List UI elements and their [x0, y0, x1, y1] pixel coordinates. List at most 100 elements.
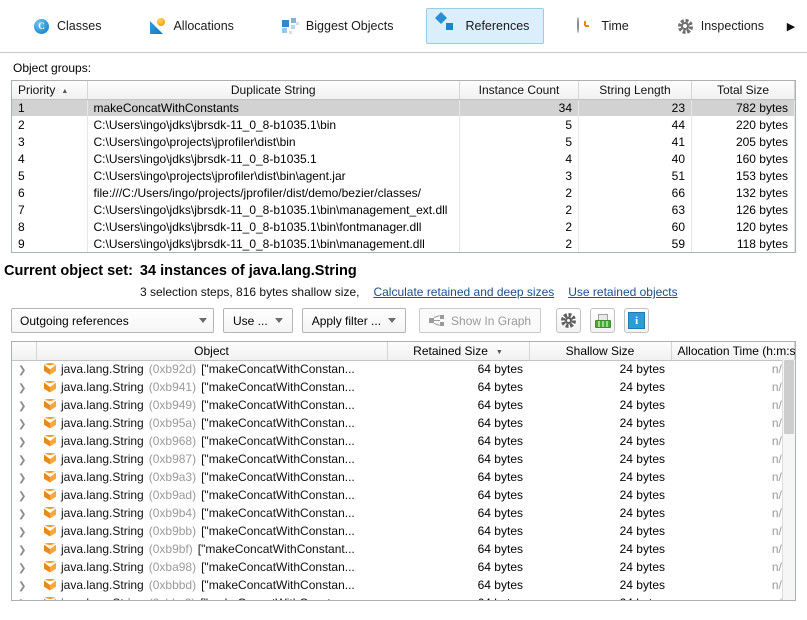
total-size-cell: 160 bytes — [691, 150, 795, 167]
priority-cell: 1 — [12, 99, 88, 116]
table-row[interactable]: ❯ java.lang.String (0xb9b4) ["makeConcatWit… — [12, 504, 795, 522]
column-header-instance-count[interactable]: Instance Count — [459, 81, 579, 100]
export-button[interactable] — [590, 308, 616, 333]
table-row[interactable]: ❯ java.lang.String (0xb92d) ["makeConcatWit… — [12, 360, 795, 378]
table-row[interactable]: ❯ java.lang.String (0xbbc2) ["makeConcatWit… — [12, 594, 795, 601]
column-header-string-length[interactable]: String Length — [578, 81, 692, 100]
object-address: (0xb9bb) — [148, 524, 197, 538]
chevron-right-icon[interactable]: ❯ — [18, 527, 26, 538]
tree-expander-cell[interactable]: ❯ — [12, 378, 36, 396]
table-row[interactable]: ❯ java.lang.String (0xb987) ["makeConcatWit… — [12, 450, 795, 468]
column-header-label: Priority — [18, 82, 56, 97]
tree-expander-cell[interactable]: ❯ — [12, 576, 36, 594]
column-header-shallow-size[interactable]: Shallow Size — [529, 342, 672, 361]
references-body: ❯ java.lang.String (0xb92d) ["makeConcatWit… — [12, 360, 795, 601]
table-row[interactable]: 8 C:\Users\ingo\jdks\jbrsdk-11_0_8-b1035.… — [12, 218, 795, 235]
info-button[interactable]: i — [624, 308, 650, 333]
tree-expander-cell[interactable]: ❯ — [12, 486, 36, 504]
chevron-right-icon[interactable]: ❯ — [18, 401, 26, 412]
chevron-right-icon[interactable]: ❯ — [18, 383, 26, 394]
tree-expander-cell[interactable]: ❯ — [12, 432, 36, 450]
chevron-right-icon[interactable]: ❯ — [18, 563, 26, 574]
tabs-overflow-arrow-icon[interactable]: ▶ — [785, 20, 797, 33]
chevron-right-icon[interactable]: ❯ — [18, 419, 26, 430]
table-row[interactable]: ❯ java.lang.String (0xb941) ["makeConcatWit… — [12, 378, 795, 396]
tree-expander-cell[interactable]: ❯ — [12, 540, 36, 558]
use-button[interactable]: Use ... — [223, 308, 293, 333]
object-cell: java.lang.String (0xb987) ["makeConcatWith… — [36, 450, 387, 468]
table-row[interactable]: 1 makeConcatWithConstants 34 23 782 bytes — [12, 99, 795, 116]
tree-expander-cell[interactable]: ❯ — [12, 450, 36, 468]
shallow-size-cell: 24 bytes — [619, 488, 665, 502]
tree-expander-cell[interactable]: ❯ — [12, 504, 36, 522]
table-row[interactable]: ❯ java.lang.String (0xb968) ["makeConcatWit… — [12, 432, 795, 450]
object-preview: ["makeConcatWithConstan... — [201, 434, 355, 448]
object-type: java.lang.String — [61, 452, 144, 466]
table-row[interactable]: 6 file:///C:/Users/ingo/projects/jprofile… — [12, 184, 795, 201]
string-length-cell: 41 — [578, 133, 692, 150]
object-cube-icon — [44, 488, 56, 502]
chevron-down-icon — [199, 318, 207, 323]
instance-count-cell: 5 — [459, 133, 579, 150]
object-type: java.lang.String — [61, 596, 144, 600]
table-row[interactable]: 7 C:\Users\ingo\jdks\jbrsdk-11_0_8-b1035.… — [12, 201, 795, 218]
view-mode-select[interactable]: Outgoing references — [11, 308, 214, 333]
table-row[interactable]: 3 C:\Users\ingo\projects\jprofiler\dist\b… — [12, 133, 795, 150]
table-row[interactable]: 9 C:\Users\ingo\jdks\jbrsdk-11_0_8-b1035.… — [12, 235, 795, 252]
tab-allocations[interactable]: Allocations — [134, 8, 248, 44]
column-header-allocation-time[interactable]: Allocation Time (h:m:s) — [671, 342, 795, 361]
references-vertical-scrollbar[interactable] — [782, 360, 795, 600]
table-row[interactable]: ❯ java.lang.String (0xbbbd) ["makeConcatWit… — [12, 576, 795, 594]
tree-expander-cell[interactable]: ❯ — [12, 414, 36, 432]
object-type: java.lang.String — [61, 398, 144, 412]
chevron-right-icon[interactable]: ❯ — [18, 473, 26, 484]
tab-biggest-objects[interactable]: Biggest Objects — [267, 8, 409, 44]
show-in-graph-button[interactable]: Show In Graph — [419, 308, 542, 333]
column-header-retained-size[interactable]: Retained Size ▼ — [387, 342, 530, 361]
table-row[interactable]: ❯ java.lang.String (0xb9a3) ["makeConcatWit… — [12, 468, 795, 486]
table-row[interactable]: 2 C:\Users\ingo\jdks\jbrsdk-11_0_8-b1035.… — [12, 116, 795, 133]
table-row[interactable]: 4 C:\Users\ingo\jdks\jbrsdk-11_0_8-b1035.… — [12, 150, 795, 167]
tab-references[interactable]: References — [426, 8, 545, 44]
tree-expander-cell[interactable]: ❯ — [12, 396, 36, 414]
chevron-right-icon[interactable]: ❯ — [18, 545, 26, 556]
object-cell: java.lang.String (0xb9b4) ["makeConcatWith… — [36, 504, 387, 522]
instance-count-cell: 2 — [459, 235, 579, 252]
table-row[interactable]: ❯ java.lang.String (0xb95a) ["makeConcatWit… — [12, 414, 795, 432]
column-header-priority[interactable]: Priority — [12, 81, 88, 100]
column-header-total-size[interactable]: Total Size — [691, 81, 795, 100]
tree-expander-cell[interactable]: ❯ — [12, 522, 36, 540]
tree-expander-cell[interactable]: ❯ — [12, 360, 36, 378]
calculate-retained-and-deep-sizes-link[interactable]: Calculate retained and deep sizes — [373, 285, 554, 299]
chevron-right-icon[interactable]: ❯ — [18, 509, 26, 520]
object-groups-label: Object groups: — [13, 61, 92, 75]
object-cube-icon — [44, 398, 56, 412]
chevron-right-icon[interactable]: ❯ — [18, 365, 26, 376]
allocation-time-cell: n/a — [771, 416, 789, 430]
tree-expander-cell[interactable]: ❯ — [12, 558, 36, 576]
apply-filter-button[interactable]: Apply filter ... — [301, 308, 407, 333]
chevron-right-icon[interactable]: ❯ — [18, 491, 26, 502]
column-header-duplicate-string[interactable]: Duplicate String — [87, 81, 460, 100]
use-retained-objects-link[interactable]: Use retained objects — [568, 285, 677, 299]
tree-expander-cell[interactable]: ❯ — [12, 468, 36, 486]
current-object-set-details: 3 selection steps, 816 bytes shallow siz… — [0, 279, 807, 299]
table-row[interactable]: 5 C:\Users\ingo\projects\jprofiler\dist\b… — [12, 167, 795, 184]
table-row[interactable]: ❯ java.lang.String (0xb949) ["makeConcatWit… — [12, 396, 795, 414]
chevron-right-icon[interactable]: ❯ — [18, 455, 26, 466]
chevron-right-icon[interactable]: ❯ — [18, 437, 26, 448]
column-header-object[interactable]: Object — [36, 342, 388, 361]
table-row[interactable]: ❯ java.lang.String (0xb9bb) ["makeConcatWit… — [12, 522, 795, 540]
chevron-right-icon[interactable]: ❯ — [18, 581, 26, 592]
chevron-right-icon[interactable]: ❯ — [18, 599, 26, 601]
tree-expander-cell[interactable]: ❯ — [12, 594, 36, 601]
tab-time[interactable]: Time — [562, 8, 643, 44]
scrollbar-thumb[interactable] — [784, 360, 794, 434]
tab-classes[interactable]: C Classes — [18, 8, 116, 44]
table-row[interactable]: ❯ java.lang.String (0xb9ad) ["makeConcatWit… — [12, 486, 795, 504]
table-row[interactable]: ❯ java.lang.String (0xb9bf) ["makeConcatWit… — [12, 540, 795, 558]
tab-inspections[interactable]: Inspections — [662, 8, 779, 44]
table-row[interactable]: ❯ java.lang.String (0xba98) ["makeConcatWit… — [12, 558, 795, 576]
allocation-time-cell: n/a — [771, 398, 789, 412]
settings-button[interactable] — [556, 308, 582, 333]
